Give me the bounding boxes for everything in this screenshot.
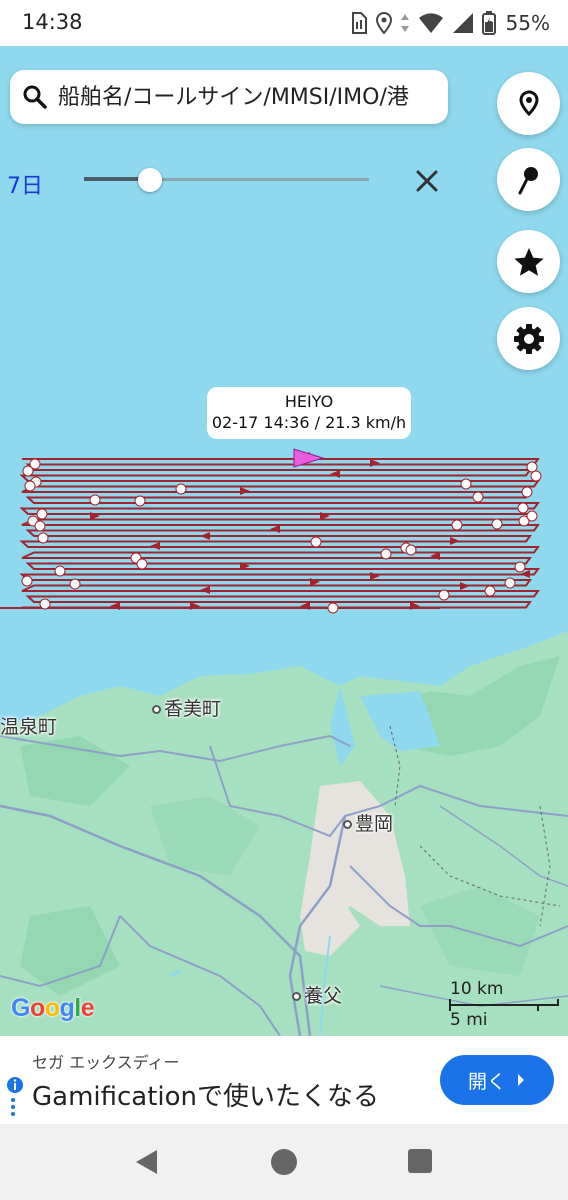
period-label: 7日 [7, 174, 43, 199]
ad-headline: Gamificationで使いたくなる [32, 1082, 380, 1112]
map-scale: 10 km 5 mi [448, 977, 560, 1031]
track-point[interactable] [37, 532, 49, 544]
data-arrows-icon [400, 14, 409, 32]
track-point[interactable] [89, 494, 101, 506]
track-point[interactable] [405, 544, 417, 556]
track-point[interactable] [472, 491, 484, 503]
battery-percent: 55% [505, 11, 550, 35]
ad-open-button[interactable]: 開く [440, 1055, 554, 1105]
track-point[interactable] [54, 565, 66, 577]
town-dot-icon [292, 992, 301, 1001]
scale-mi: 5 mi [450, 1010, 488, 1030]
status-bar: 14:38 55% [0, 0, 568, 46]
track-point[interactable] [175, 483, 187, 495]
ship-callout[interactable]: HEIYO 02-17 14:36 / 21.3 km/h [207, 387, 411, 439]
star-icon [513, 247, 544, 276]
track-point[interactable] [69, 578, 81, 590]
track-point[interactable] [438, 589, 450, 601]
status-time: 14:38 [22, 10, 83, 34]
track-point[interactable] [380, 548, 392, 560]
track-point[interactable] [521, 486, 533, 498]
town-dot-icon [152, 705, 161, 714]
track-point[interactable] [327, 602, 339, 614]
track-point[interactable] [526, 461, 538, 473]
track-point[interactable] [517, 502, 529, 514]
search-icon[interactable] [22, 84, 48, 110]
ad-open-label: 開く [467, 1070, 506, 1093]
location-status-icon [375, 12, 392, 34]
map-canvas[interactable] [0, 46, 568, 1036]
home-icon[interactable] [270, 1148, 298, 1176]
track-point[interactable] [484, 585, 496, 597]
settings-gear-icon [513, 323, 544, 354]
track-point[interactable] [36, 508, 48, 520]
location-pin-icon [518, 89, 539, 116]
track-point[interactable] [504, 577, 516, 589]
map-pin-icon [518, 166, 538, 194]
track-point[interactable] [491, 518, 503, 530]
favorites-button[interactable] [497, 230, 560, 293]
pin-button[interactable] [497, 148, 560, 211]
track-point[interactable] [460, 478, 472, 490]
map-label-yabu: 養父 [292, 981, 342, 1008]
track-point[interactable] [21, 575, 33, 587]
track-point[interactable] [34, 520, 46, 532]
recents-icon[interactable] [407, 1148, 433, 1174]
search-input[interactable] [58, 84, 448, 110]
track-point[interactable] [526, 510, 538, 522]
track-point[interactable] [136, 558, 148, 570]
map-label-toyooka: 豊岡 [343, 809, 393, 836]
settings-button[interactable] [497, 307, 560, 370]
track-point[interactable] [134, 495, 146, 507]
ship-name: HEIYO [284, 392, 334, 411]
track-point[interactable] [39, 598, 51, 610]
status-icons: 55% [350, 10, 550, 36]
map-label-kami: 香美町 [152, 694, 221, 721]
track-point[interactable] [451, 519, 463, 531]
close-icon[interactable] [414, 168, 440, 194]
my-location-button[interactable] [497, 72, 560, 135]
track-point[interactable] [530, 470, 542, 482]
ship-info: 02-17 14:36 / 21.3 km/h [211, 413, 407, 432]
period-slider-thumb[interactable] [137, 168, 162, 192]
ad-info-icon[interactable] [6, 1076, 24, 1120]
signal-icon [452, 13, 473, 33]
chevron-right-icon [518, 1074, 524, 1086]
track-point[interactable] [22, 465, 34, 477]
track-point[interactable] [310, 536, 322, 548]
search-box[interactable] [10, 70, 448, 124]
system-navigation-bar [0, 1124, 568, 1200]
map-view[interactable]: HEIYO 02-17 14:36 / 21.3 km/h 香美町 温泉町 豊岡… [0, 46, 568, 1036]
ad-sponsor: セガ エックスディー [32, 1053, 180, 1072]
google-logo: Google [11, 994, 95, 1022]
track-point[interactable] [514, 561, 526, 573]
battery-icon [481, 11, 496, 35]
track-point[interactable] [24, 480, 36, 492]
map-label-onsen: 温泉町 [0, 716, 58, 738]
ad-banner[interactable]: セガ エックスディー Gamificationで使いたくなる 開く [0, 1036, 568, 1124]
wifi-icon [418, 13, 443, 33]
sim-icon [351, 12, 367, 34]
town-dot-icon [343, 820, 352, 829]
back-icon[interactable] [133, 1148, 161, 1176]
